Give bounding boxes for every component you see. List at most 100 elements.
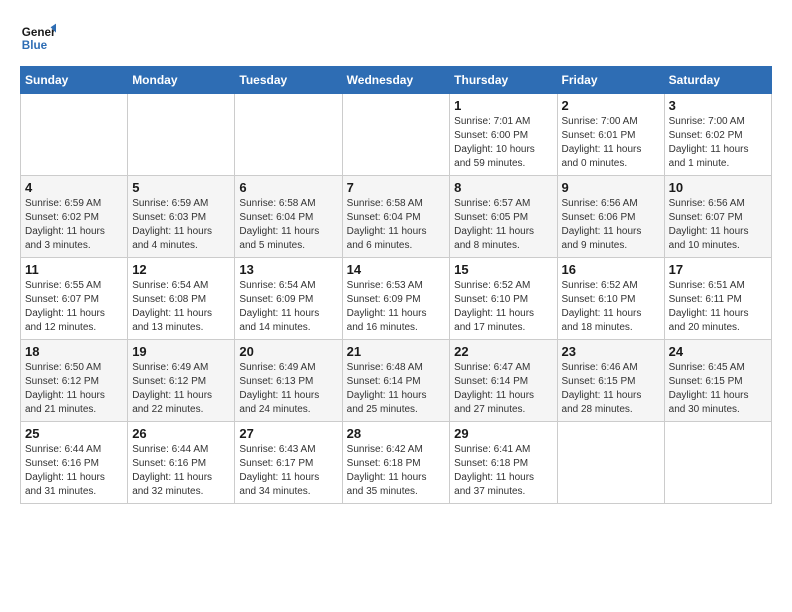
day-number: 23 bbox=[562, 344, 660, 359]
day-number: 4 bbox=[25, 180, 123, 195]
calendar-cell: 3 Sunrise: 7:00 AM Sunset: 6:02 PM Daylig… bbox=[664, 94, 771, 176]
calendar-cell: 5 Sunrise: 6:59 AM Sunset: 6:03 PM Daylig… bbox=[128, 176, 235, 258]
calendar-cell: 16 Sunrise: 6:52 AM Sunset: 6:10 PM Dayli… bbox=[557, 258, 664, 340]
calendar-cell: 8Sunrise: 6:57 AM Sunset: 6:05 PM Daylig… bbox=[450, 176, 557, 258]
calendar-header-row: SundayMondayTuesdayWednesdayThursdayFrid… bbox=[21, 67, 772, 94]
day-number: 25 bbox=[25, 426, 123, 441]
day-info: Sunrise: 7:01 AM Sunset: 6:00 PM Dayligh… bbox=[454, 115, 552, 171]
column-header-thursday: Thursday bbox=[450, 67, 557, 94]
day-info: Sunrise: 6:49 AM Sunset: 6:13 PM Dayligh… bbox=[239, 361, 337, 417]
column-header-friday: Friday bbox=[557, 67, 664, 94]
day-number: 15 bbox=[454, 262, 552, 277]
day-info: Sunrise: 6:59 AM Sunset: 6:02 PM Dayligh… bbox=[25, 197, 123, 253]
calendar-cell: 19 Sunrise: 6:49 AM Sunset: 6:12 PM Dayli… bbox=[128, 340, 235, 422]
page-header: General Blue bbox=[20, 20, 772, 56]
day-info: Sunrise: 6:47 AM Sunset: 6:14 PM Dayligh… bbox=[454, 361, 552, 417]
calendar-cell: 25 Sunrise: 6:44 AM Sunset: 6:16 PM Dayli… bbox=[21, 422, 128, 504]
calendar-week-1: 4 Sunrise: 6:59 AM Sunset: 6:02 PM Daylig… bbox=[21, 176, 772, 258]
day-info: Sunrise: 6:58 AM Sunset: 6:04 PM Dayligh… bbox=[239, 197, 337, 253]
day-number: 18 bbox=[25, 344, 123, 359]
day-number: 2 bbox=[562, 98, 660, 113]
day-info: Sunrise: 6:42 AM Sunset: 6:18 PM Dayligh… bbox=[347, 443, 446, 499]
calendar-cell bbox=[557, 422, 664, 504]
day-info: Sunrise: 6:52 AM Sunset: 6:10 PM Dayligh… bbox=[562, 279, 660, 335]
day-number: 29 bbox=[454, 426, 552, 441]
day-info: Sunrise: 6:59 AM Sunset: 6:03 PM Dayligh… bbox=[132, 197, 230, 253]
day-number: 22 bbox=[454, 344, 552, 359]
column-header-saturday: Saturday bbox=[664, 67, 771, 94]
day-info: Sunrise: 6:41 AM Sunset: 6:18 PM Dayligh… bbox=[454, 443, 552, 499]
calendar-cell: 23 Sunrise: 6:46 AM Sunset: 6:15 PM Dayli… bbox=[557, 340, 664, 422]
calendar-cell bbox=[128, 94, 235, 176]
calendar-cell bbox=[235, 94, 342, 176]
column-header-sunday: Sunday bbox=[21, 67, 128, 94]
svg-text:Blue: Blue bbox=[22, 39, 48, 52]
calendar-cell: 21 Sunrise: 6:48 AM Sunset: 6:14 PM Dayli… bbox=[342, 340, 450, 422]
svg-text:General: General bbox=[22, 26, 56, 39]
day-info: Sunrise: 6:46 AM Sunset: 6:15 PM Dayligh… bbox=[562, 361, 660, 417]
day-number: 6 bbox=[239, 180, 337, 195]
logo-icon: General Blue bbox=[20, 20, 56, 56]
day-info: Sunrise: 6:53 AM Sunset: 6:09 PM Dayligh… bbox=[347, 279, 446, 335]
day-number: 21 bbox=[347, 344, 446, 359]
day-number: 19 bbox=[132, 344, 230, 359]
day-number: 26 bbox=[132, 426, 230, 441]
day-number: 12 bbox=[132, 262, 230, 277]
day-number: 16 bbox=[562, 262, 660, 277]
calendar-cell bbox=[664, 422, 771, 504]
day-number: 3 bbox=[669, 98, 767, 113]
calendar-cell: 28 Sunrise: 6:42 AM Sunset: 6:18 PM Dayli… bbox=[342, 422, 450, 504]
logo: General Blue bbox=[20, 20, 56, 56]
calendar-table: SundayMondayTuesdayWednesdayThursdayFrid… bbox=[20, 66, 772, 504]
day-number: 17 bbox=[669, 262, 767, 277]
day-info: Sunrise: 6:54 AM Sunset: 6:09 PM Dayligh… bbox=[239, 279, 337, 335]
calendar-cell: 6 Sunrise: 6:58 AM Sunset: 6:04 PM Daylig… bbox=[235, 176, 342, 258]
day-info: Sunrise: 6:49 AM Sunset: 6:12 PM Dayligh… bbox=[132, 361, 230, 417]
calendar-cell: 24Sunrise: 6:45 AM Sunset: 6:15 PM Dayli… bbox=[664, 340, 771, 422]
day-info: Sunrise: 6:54 AM Sunset: 6:08 PM Dayligh… bbox=[132, 279, 230, 335]
day-number: 7 bbox=[347, 180, 446, 195]
calendar-cell: 29 Sunrise: 6:41 AM Sunset: 6:18 PM Dayli… bbox=[450, 422, 557, 504]
day-info: Sunrise: 6:55 AM Sunset: 6:07 PM Dayligh… bbox=[25, 279, 123, 335]
day-number: 14 bbox=[347, 262, 446, 277]
calendar-cell: 18 Sunrise: 6:50 AM Sunset: 6:12 PM Dayli… bbox=[21, 340, 128, 422]
calendar-cell: 20 Sunrise: 6:49 AM Sunset: 6:13 PM Dayli… bbox=[235, 340, 342, 422]
day-info: Sunrise: 6:43 AM Sunset: 6:17 PM Dayligh… bbox=[239, 443, 337, 499]
day-number: 9 bbox=[562, 180, 660, 195]
calendar-cell: 26 Sunrise: 6:44 AM Sunset: 6:16 PM Dayli… bbox=[128, 422, 235, 504]
calendar-cell: 10 Sunrise: 6:56 AM Sunset: 6:07 PM Dayli… bbox=[664, 176, 771, 258]
day-info: Sunrise: 6:48 AM Sunset: 6:14 PM Dayligh… bbox=[347, 361, 446, 417]
day-info: Sunrise: 6:58 AM Sunset: 6:04 PM Dayligh… bbox=[347, 197, 446, 253]
day-info: Sunrise: 6:56 AM Sunset: 6:07 PM Dayligh… bbox=[669, 197, 767, 253]
calendar-week-0: 1 Sunrise: 7:01 AM Sunset: 6:00 PM Daylig… bbox=[21, 94, 772, 176]
calendar-cell bbox=[21, 94, 128, 176]
day-info: Sunrise: 6:50 AM Sunset: 6:12 PM Dayligh… bbox=[25, 361, 123, 417]
day-info: Sunrise: 6:52 AM Sunset: 6:10 PM Dayligh… bbox=[454, 279, 552, 335]
calendar-cell bbox=[342, 94, 450, 176]
day-number: 20 bbox=[239, 344, 337, 359]
day-number: 10 bbox=[669, 180, 767, 195]
calendar-cell: 4 Sunrise: 6:59 AM Sunset: 6:02 PM Daylig… bbox=[21, 176, 128, 258]
day-info: Sunrise: 6:44 AM Sunset: 6:16 PM Dayligh… bbox=[132, 443, 230, 499]
day-info: Sunrise: 6:44 AM Sunset: 6:16 PM Dayligh… bbox=[25, 443, 123, 499]
day-info: Sunrise: 7:00 AM Sunset: 6:01 PM Dayligh… bbox=[562, 115, 660, 171]
calendar-cell: 11 Sunrise: 6:55 AM Sunset: 6:07 PM Dayli… bbox=[21, 258, 128, 340]
day-info: Sunrise: 7:00 AM Sunset: 6:02 PM Dayligh… bbox=[669, 115, 767, 171]
column-header-tuesday: Tuesday bbox=[235, 67, 342, 94]
day-number: 5 bbox=[132, 180, 230, 195]
calendar-week-3: 18 Sunrise: 6:50 AM Sunset: 6:12 PM Dayli… bbox=[21, 340, 772, 422]
day-number: 8 bbox=[454, 180, 552, 195]
day-number: 11 bbox=[25, 262, 123, 277]
calendar-cell: 17 Sunrise: 6:51 AM Sunset: 6:11 PM Dayli… bbox=[664, 258, 771, 340]
calendar-cell: 12 Sunrise: 6:54 AM Sunset: 6:08 PM Dayli… bbox=[128, 258, 235, 340]
day-number: 28 bbox=[347, 426, 446, 441]
calendar-week-4: 25 Sunrise: 6:44 AM Sunset: 6:16 PM Dayli… bbox=[21, 422, 772, 504]
day-info: Sunrise: 6:56 AM Sunset: 6:06 PM Dayligh… bbox=[562, 197, 660, 253]
day-number: 1 bbox=[454, 98, 552, 113]
calendar-cell: 7 Sunrise: 6:58 AM Sunset: 6:04 PM Daylig… bbox=[342, 176, 450, 258]
column-header-wednesday: Wednesday bbox=[342, 67, 450, 94]
calendar-cell: 14 Sunrise: 6:53 AM Sunset: 6:09 PM Dayli… bbox=[342, 258, 450, 340]
calendar-cell: 13Sunrise: 6:54 AM Sunset: 6:09 PM Dayli… bbox=[235, 258, 342, 340]
day-number: 27 bbox=[239, 426, 337, 441]
day-info: Sunrise: 6:51 AM Sunset: 6:11 PM Dayligh… bbox=[669, 279, 767, 335]
